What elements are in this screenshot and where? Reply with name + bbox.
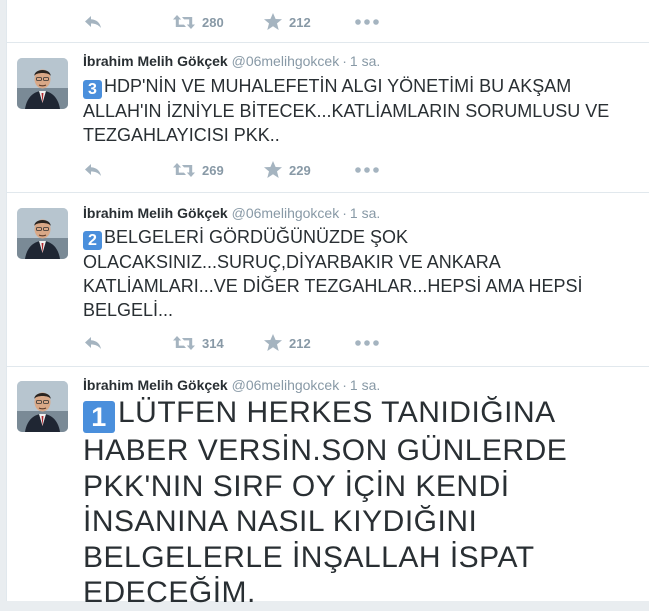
favorite-button[interactable]: 212 bbox=[263, 333, 311, 353]
avatar[interactable] bbox=[17, 58, 68, 109]
tweet-header: İbrahim Melih Gökçek @06melihgokcek · 1 sa… bbox=[83, 51, 380, 71]
more-button[interactable] bbox=[355, 12, 379, 32]
more-icon bbox=[355, 18, 379, 26]
avatar-photo bbox=[17, 208, 68, 259]
favorite-count: 212 bbox=[289, 335, 311, 351]
star-icon bbox=[263, 333, 283, 353]
reply-icon bbox=[83, 160, 103, 180]
tweet-text: 3 HDP'NİN VE MUHALEFETİN ALGI YÖNETİMİ BU… bbox=[83, 74, 635, 147]
retweet-button[interactable]: 269 bbox=[172, 160, 224, 180]
avatar[interactable] bbox=[17, 381, 68, 432]
tweet-text: 1 LÜTFEN HERKES TANIDIĞINA HABER VERSİN.S… bbox=[83, 395, 635, 611]
more-button[interactable] bbox=[355, 333, 379, 353]
screenname-link[interactable]: @06melihgokcek bbox=[232, 205, 340, 221]
tweet[interactable]: İbrahim Melih Gökçek @06melihgokcek · 1 sa… bbox=[7, 42, 649, 193]
fullname-link[interactable]: İbrahim Melih Gökçek bbox=[83, 53, 228, 69]
screenname-link[interactable]: @06melihgokcek bbox=[232, 377, 340, 393]
tweet[interactable]: 280 212 bbox=[7, 0, 649, 43]
tweet-actions: 280 212 bbox=[83, 12, 403, 32]
fullname-link[interactable]: İbrahim Melih Gökçek bbox=[83, 377, 228, 393]
reply-button[interactable] bbox=[83, 160, 103, 180]
tweet-text-body: HDP'NİN VE MUHALEFETİN ALGI YÖNETİMİ BU … bbox=[83, 76, 610, 145]
more-icon bbox=[355, 166, 379, 174]
timestamp-link[interactable]: 1 sa. bbox=[350, 205, 380, 221]
retweet-icon bbox=[172, 160, 196, 180]
tweet-actions: 269 229 bbox=[83, 160, 403, 180]
favorite-button[interactable]: 212 bbox=[263, 12, 311, 32]
screenname-link[interactable]: @06melihgokcek bbox=[232, 53, 340, 69]
favorite-count: 229 bbox=[289, 162, 311, 178]
timestamp-link[interactable]: 1 sa. bbox=[350, 377, 380, 393]
number-badge: 3 bbox=[83, 80, 102, 99]
retweet-count: 314 bbox=[202, 335, 224, 351]
tweet-actions: 314 212 bbox=[83, 333, 403, 353]
separator-dot: · bbox=[342, 53, 347, 69]
separator-dot: · bbox=[342, 377, 347, 393]
number-badge: 2 bbox=[83, 231, 102, 250]
retweet-count: 269 bbox=[202, 162, 224, 178]
tweet[interactable]: İbrahim Melih Gökçek @06melihgokcek · 1 sa… bbox=[7, 367, 649, 609]
favorite-count: 212 bbox=[289, 14, 311, 30]
tweet-text: 2 BELGELERİ GÖRDÜĞÜNÜZDE ŞOK OLACAKSINIZ.… bbox=[83, 225, 635, 322]
avatar-photo bbox=[17, 58, 68, 109]
retweet-count: 280 bbox=[202, 14, 224, 30]
star-icon bbox=[263, 12, 283, 32]
more-icon bbox=[355, 339, 379, 347]
reply-icon bbox=[83, 12, 103, 32]
retweet-button[interactable]: 314 bbox=[172, 333, 224, 353]
reply-icon bbox=[83, 333, 103, 353]
tweet[interactable]: İbrahim Melih Gökçek @06melihgokcek · 1 sa… bbox=[7, 193, 649, 367]
fullname-link[interactable]: İbrahim Melih Gökçek bbox=[83, 205, 228, 221]
tweet-header: İbrahim Melih Gökçek @06melihgokcek · 1 sa… bbox=[83, 375, 380, 395]
reply-button[interactable] bbox=[83, 12, 103, 32]
favorite-button[interactable]: 229 bbox=[263, 160, 311, 180]
avatar-photo bbox=[17, 381, 68, 432]
tweet-header: İbrahim Melih Gökçek @06melihgokcek · 1 sa… bbox=[83, 203, 380, 223]
reply-button[interactable] bbox=[83, 333, 103, 353]
star-icon bbox=[263, 160, 283, 180]
retweet-icon bbox=[172, 12, 196, 32]
tweet-text-body: LÜTFEN HERKES TANIDIĞINA HABER VERSİN.SO… bbox=[83, 396, 568, 609]
separator-dot: · bbox=[342, 205, 347, 221]
number-badge: 1 bbox=[83, 401, 115, 433]
timeline: 280 212 İbrahim Melih Gökçek @06melihgok… bbox=[6, 0, 649, 609]
retweet-button[interactable]: 280 bbox=[172, 12, 224, 32]
more-button[interactable] bbox=[355, 160, 379, 180]
tweet-text-body: BELGELERİ GÖRDÜĞÜNÜZDE ŞOK OLACAKSINIZ..… bbox=[83, 227, 583, 320]
retweet-icon bbox=[172, 333, 196, 353]
timestamp-link[interactable]: 1 sa. bbox=[350, 53, 380, 69]
avatar[interactable] bbox=[17, 208, 68, 259]
